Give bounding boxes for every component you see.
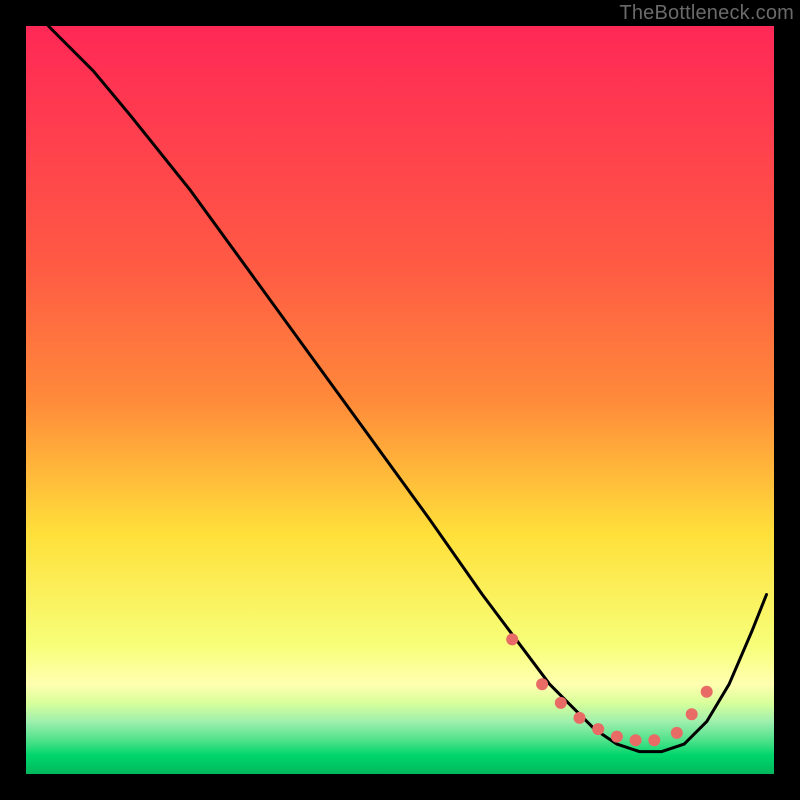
highlight-dot xyxy=(555,697,567,709)
chart-stage: TheBottleneck.com xyxy=(0,0,800,800)
highlight-dot xyxy=(671,727,683,739)
highlight-dot xyxy=(506,633,518,645)
highlight-dot xyxy=(648,734,660,746)
highlight-dot xyxy=(701,686,713,698)
chart-background xyxy=(26,26,774,774)
bottleneck-chart xyxy=(0,0,800,800)
watermark-label: TheBottleneck.com xyxy=(619,2,794,25)
highlight-dot xyxy=(536,678,548,690)
highlight-dot xyxy=(574,712,586,724)
highlight-dot xyxy=(611,731,623,743)
highlight-dot xyxy=(592,723,604,735)
highlight-dot xyxy=(630,734,642,746)
highlight-dot xyxy=(686,708,698,720)
